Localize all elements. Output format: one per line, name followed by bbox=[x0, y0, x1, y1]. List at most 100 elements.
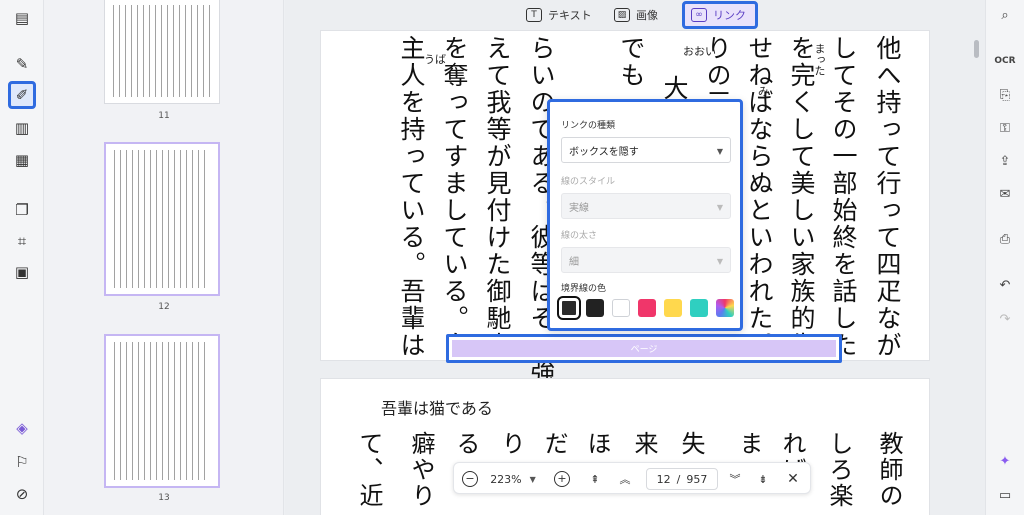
previous-page-icon[interactable]: ︽ bbox=[616, 470, 634, 488]
color-swatch-custom[interactable] bbox=[716, 299, 734, 317]
text-column: ほ bbox=[583, 431, 611, 457]
link-properties-popup: リンクの種類 ボックスを隠す ▼ 線のスタイル 実線 ▼ 線の太さ 細 ▼ 境界… bbox=[547, 99, 743, 331]
first-page-icon[interactable]: ⇞ bbox=[586, 470, 604, 488]
search-icon[interactable]: ⌕ bbox=[994, 4, 1016, 26]
image-mode-label: 画像 bbox=[636, 9, 658, 22]
text-column: しろ楽 bbox=[825, 431, 853, 509]
text-mode-label: テキスト bbox=[548, 9, 592, 22]
total-pages: 957 bbox=[686, 472, 708, 486]
thumbnail-page-12[interactable] bbox=[104, 142, 220, 296]
close-icon[interactable]: ✕ bbox=[784, 470, 802, 488]
furigana: うば bbox=[424, 53, 446, 66]
text-column: て、近 bbox=[355, 431, 383, 509]
redo-icon[interactable]: ↷ bbox=[994, 308, 1016, 330]
page-number-input[interactable]: 12 / 957 bbox=[646, 468, 718, 490]
zoom-page-bar: − 223% ▼ + ⇞ ︽ 12 / 957 ︾ ⇟ ✕ bbox=[453, 462, 811, 494]
furigana: おおい bbox=[683, 45, 716, 58]
undo-icon[interactable]: ↶ bbox=[994, 274, 1016, 296]
text-column: 来 bbox=[630, 431, 658, 457]
thumbnail-panel: 11 12 13 bbox=[44, 0, 284, 515]
link-annotation-box[interactable]: ページ bbox=[446, 334, 842, 363]
color-swatch-teal[interactable] bbox=[690, 299, 708, 317]
line-width-label: 線の太さ bbox=[561, 231, 598, 241]
text-column: 主人を持っている。吾輩は bbox=[397, 35, 426, 359]
bookmark-icon[interactable]: ⚐ bbox=[8, 448, 36, 476]
link-type-select[interactable]: ボックスを隠す ▼ bbox=[561, 137, 731, 163]
image-icon: ▨ bbox=[614, 8, 630, 22]
border-color-label: 境界線の色 bbox=[561, 284, 607, 294]
text-column: 教師の bbox=[875, 431, 903, 509]
thumbnail-page-13[interactable] bbox=[104, 334, 220, 488]
color-swatch-yellow[interactable] bbox=[664, 299, 682, 317]
chevron-down-icon: ▼ bbox=[716, 147, 723, 156]
chevron-down-icon: ▼ bbox=[716, 257, 723, 266]
link-mode-label: リンク bbox=[713, 9, 746, 22]
thumbnail-page-11[interactable] bbox=[104, 0, 220, 104]
protect-file-icon[interactable]: ⚿ bbox=[994, 117, 1016, 139]
furigana: まった bbox=[813, 43, 826, 76]
text-column: を奪ってすましている。白 bbox=[440, 35, 469, 359]
line-width-value: 細 bbox=[569, 256, 579, 268]
thumbnail-number: 11 bbox=[158, 111, 170, 121]
text-column: る bbox=[452, 431, 480, 457]
save-icon[interactable]: ⎙ bbox=[994, 228, 1016, 250]
zoom-in-icon[interactable]: + bbox=[554, 471, 570, 487]
comment-panel-icon[interactable]: ▭ bbox=[994, 484, 1016, 506]
comment-tool-icon[interactable]: ✎ bbox=[8, 50, 36, 78]
ai-assistant-icon[interactable]: ✦ bbox=[994, 450, 1016, 472]
text-column: 癖やり bbox=[407, 431, 435, 509]
page-separator: / bbox=[676, 472, 681, 486]
link-type-value: ボックスを隠す bbox=[569, 146, 639, 158]
text-column: 他へ持って行って四疋なが bbox=[873, 35, 902, 359]
page-13: 吾輩は猫である 教師の しろ楽 れば ま 失 来 ほ だ り る 癖やり て、近 bbox=[320, 378, 930, 515]
link-type-label: リンクの種類 bbox=[561, 121, 616, 131]
layers-icon[interactable]: ◈ bbox=[8, 414, 36, 442]
ocr-icon[interactable]: OCR bbox=[994, 50, 1016, 72]
link-annotation-label: ページ bbox=[452, 340, 836, 357]
right-tool-rail: ⌕ OCR ⎘ ⚿ ⇪ ✉ ⎙ ↶ ↷ ✦ ▭ bbox=[985, 0, 1024, 515]
line-style-value: 実線 bbox=[569, 202, 589, 214]
text-column: だ bbox=[540, 431, 568, 457]
convert-icon[interactable]: ⎘ bbox=[994, 84, 1016, 106]
chevron-down-icon: ▼ bbox=[529, 474, 536, 484]
image-mode-button[interactable]: ▨ 画像 bbox=[608, 4, 664, 26]
organize-pages-icon[interactable]: ❐ bbox=[8, 196, 36, 224]
chapter-title: 吾輩は猫である bbox=[381, 399, 493, 418]
color-swatch-red[interactable] bbox=[638, 299, 656, 317]
link-mode-button[interactable]: ∞ リンク bbox=[682, 1, 758, 29]
text-column: り bbox=[497, 431, 525, 457]
attachment-icon[interactable]: ⊘ bbox=[8, 480, 36, 508]
document-view: T テキスト ▨ 画像 ∞ リンク 他へ持って行って四疋なが してその一部始終を… bbox=[285, 0, 985, 515]
last-page-icon[interactable]: ⇟ bbox=[754, 470, 772, 488]
color-swatch-white[interactable] bbox=[612, 299, 630, 317]
left-tool-rail: ▤ ✎ ✐ ▥ ▦ ❐ ⌗ ▣ ◈ ⚐ ⊘ bbox=[0, 0, 44, 515]
next-page-icon[interactable]: ︾ bbox=[726, 470, 744, 488]
zoom-value: 223% bbox=[490, 472, 522, 486]
thumbnail-number: 12 bbox=[158, 302, 170, 312]
current-page: 12 bbox=[656, 472, 671, 486]
vertical-scrollbar-thumb[interactable] bbox=[974, 40, 979, 58]
line-style-select[interactable]: 実線 ▼ bbox=[561, 193, 731, 219]
form-tool-icon[interactable]: ▥ bbox=[8, 114, 36, 142]
crop-icon[interactable]: ⌗ bbox=[8, 227, 36, 255]
chevron-down-icon: ▼ bbox=[716, 203, 723, 212]
text-column: してその一部始終を話した bbox=[829, 35, 858, 359]
text-column: 失 bbox=[677, 431, 705, 457]
mail-icon[interactable]: ✉ bbox=[994, 183, 1016, 205]
protect-icon[interactable]: ▣ bbox=[8, 258, 36, 286]
link-icon: ∞ bbox=[691, 8, 707, 22]
line-width-select[interactable]: 細 ▼ bbox=[561, 247, 731, 273]
text-mode-button[interactable]: T テキスト bbox=[520, 4, 598, 26]
reader-mode-icon[interactable]: ▤ bbox=[8, 4, 36, 32]
color-swatch-black[interactable] bbox=[586, 299, 604, 317]
sign-tool-icon[interactable]: ▦ bbox=[8, 146, 36, 174]
edit-pdf-icon[interactable]: ✐ bbox=[8, 81, 36, 109]
text-box-icon: T bbox=[526, 8, 542, 22]
thumbnail-number: 13 bbox=[158, 493, 170, 503]
zoom-level[interactable]: 223% ▼ bbox=[486, 470, 540, 488]
zoom-out-icon[interactable]: − bbox=[462, 471, 478, 487]
share-icon[interactable]: ⇪ bbox=[994, 150, 1016, 172]
color-swatch-selected[interactable] bbox=[557, 296, 581, 320]
line-style-label: 線のスタイル bbox=[561, 177, 616, 187]
text-column: を完くして美しい家族的生 bbox=[787, 35, 816, 359]
